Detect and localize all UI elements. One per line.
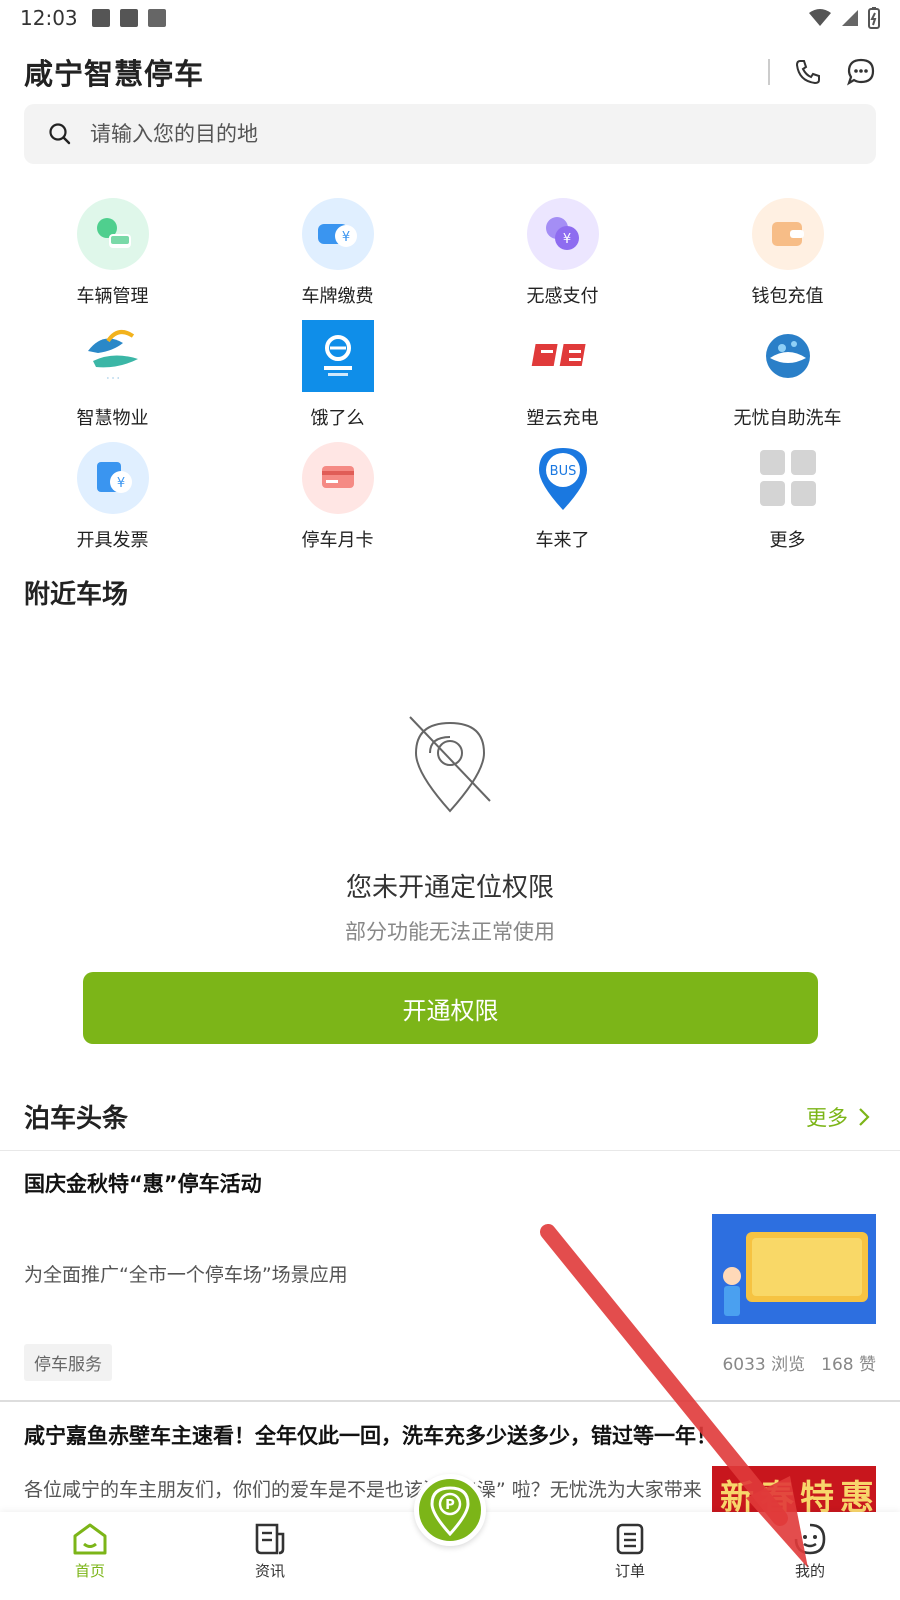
grid-label: 智慧物业 (76, 408, 149, 429)
grid-item-vehicle-management[interactable]: 车辆管理 (0, 198, 225, 310)
grid-item-seamless-pay[interactable]: ¥ 无感支付 (450, 198, 675, 310)
card-icon (301, 442, 374, 514)
app-title: 咸宁智慧停车 (24, 57, 205, 91)
status-bar: 12:03 (0, 0, 900, 36)
news-more-link[interactable]: 更多 (806, 1102, 870, 1132)
image-notification-icon (91, 9, 110, 27)
news-section-title: 泊车头条 (24, 1104, 129, 1134)
grid-item-eleme[interactable]: 饿了么 (225, 320, 450, 432)
grid-item-suyun-charging[interactable]: 塑云充电 (450, 320, 675, 432)
battery-icon (868, 7, 880, 29)
thumbnail-text: 新春特惠 (720, 1478, 876, 1516)
invoice-icon: ¥ (76, 442, 149, 514)
grid-label: 车来了 (535, 530, 590, 551)
coin-yuan-icon: ¥ (526, 198, 599, 270)
svg-text:¥: ¥ (116, 476, 124, 491)
svg-text:P: P (445, 1498, 455, 1513)
svg-text:· · ·: · · · (106, 374, 119, 383)
notification-icons (91, 9, 166, 27)
message-icon[interactable] (846, 57, 876, 87)
profile-icon (794, 1523, 826, 1555)
parking-icon: P (430, 1486, 470, 1536)
news-icon (255, 1523, 285, 1555)
grid-label: 车辆管理 (76, 286, 149, 307)
header-divider (768, 59, 770, 85)
home-icon (73, 1523, 107, 1555)
news-stats: 6033 浏览 168 赞 (722, 1350, 876, 1375)
grid-label: 更多 (769, 530, 806, 551)
grid-item-bus-coming[interactable]: BUS 车来了 (450, 442, 675, 554)
wallet-icon (751, 198, 824, 270)
grid-label: 开具发票 (76, 530, 149, 551)
grid-item-plate-payment[interactable]: ¥ 车牌缴费 (225, 198, 450, 310)
search-input[interactable] (90, 122, 790, 146)
grid-label: 饿了么 (310, 408, 365, 429)
grid-item-wallet-recharge[interactable]: 钱包充值 (675, 198, 900, 310)
news-thumbnail (712, 1214, 876, 1324)
function-grid: 车辆管理 ¥ 车牌缴费 ¥ 无感支付 钱包充值 · · · 智慧物业 饿了么 塑 (0, 198, 900, 554)
location-empty-state: 您未开通定位权限 部分功能无法正常使用 (0, 715, 900, 946)
grid-label: 无忧自助洗车 (733, 408, 842, 429)
nav-orders[interactable]: 订单 (540, 1512, 720, 1600)
grid-item-more[interactable]: 更多 (675, 442, 900, 554)
nav-home[interactable]: 首页 (0, 1512, 180, 1600)
car-gear-icon (76, 198, 149, 270)
nav-news[interactable]: 资讯 (180, 1512, 360, 1600)
grid-label: 塑云充电 (526, 408, 599, 429)
empty-title: 您未开通定位权限 (345, 873, 554, 903)
svg-text:¥: ¥ (341, 230, 349, 245)
property-logo-icon: · · · (77, 320, 149, 392)
search-bar[interactable] (24, 104, 876, 164)
news-tag: 停车服务 (24, 1344, 112, 1381)
eleme-logo-icon (301, 320, 374, 392)
app-header: 咸宁智慧停车 (24, 44, 876, 100)
view-count: 6033 浏览 (722, 1355, 806, 1375)
carwash-logo-icon (752, 320, 824, 392)
location-disabled-icon (409, 716, 491, 813)
parking-fab-button[interactable]: P (414, 1474, 486, 1546)
like-count: 168 赞 (821, 1355, 876, 1375)
more-label: 更多 (806, 1106, 848, 1130)
news-thumbnail: 新春特惠 (712, 1466, 876, 1516)
search-icon (49, 123, 71, 145)
empty-subtitle: 部分功能无法正常使用 (345, 920, 555, 944)
grid-item-monthly-card[interactable]: 停车月卡 (225, 442, 450, 554)
bus-pin-icon: BUS (527, 442, 599, 514)
nav-label: 资讯 (254, 1562, 285, 1580)
nearby-parking-title: 附近车场 (24, 580, 129, 610)
suyun-logo-icon (527, 320, 599, 392)
order-icon (616, 1523, 644, 1555)
grid-label: 钱包充值 (751, 286, 824, 307)
wifi-icon (809, 9, 831, 26)
app-notification-icon (119, 9, 138, 27)
grid-item-self-carwash[interactable]: 无忧自助洗车 (675, 320, 900, 432)
text-notification-icon (147, 9, 166, 27)
grid-label: 车牌缴费 (301, 286, 374, 307)
status-time: 12:03 (20, 6, 78, 30)
grid-item-issue-invoice[interactable]: ¥ 开具发票 (0, 442, 225, 554)
grid-item-smart-property[interactable]: · · · 智慧物业 (0, 320, 225, 432)
news-summary: 为全面推广“全市一个停车场”场景应用 (24, 1264, 348, 1286)
nav-label: 订单 (614, 1562, 645, 1580)
signal-icon (842, 10, 858, 26)
phone-icon[interactable] (794, 58, 822, 86)
news-title: 国庆金秋特“惠”停车活动 (24, 1172, 262, 1196)
chevron-right-icon (859, 1108, 870, 1126)
divider (0, 1400, 900, 1402)
grid-label: 停车月卡 (301, 530, 374, 551)
more-grid-icon (752, 442, 824, 514)
svg-text:¥: ¥ (562, 232, 570, 247)
enable-permission-button[interactable]: 开通权限 (83, 972, 818, 1044)
nav-profile[interactable]: 我的 (720, 1512, 900, 1600)
news-title: 咸宁嘉鱼赤壁车主速看！全年仅此一回，洗车充多少送多少，错过等一年！ (24, 1424, 717, 1448)
grid-label: 无感支付 (526, 286, 599, 307)
nav-label: 首页 (74, 1562, 105, 1580)
divider (0, 1150, 900, 1151)
nav-label: 我的 (794, 1562, 825, 1580)
car-yuan-icon: ¥ (301, 198, 374, 270)
svg-text:BUS: BUS (549, 464, 576, 479)
